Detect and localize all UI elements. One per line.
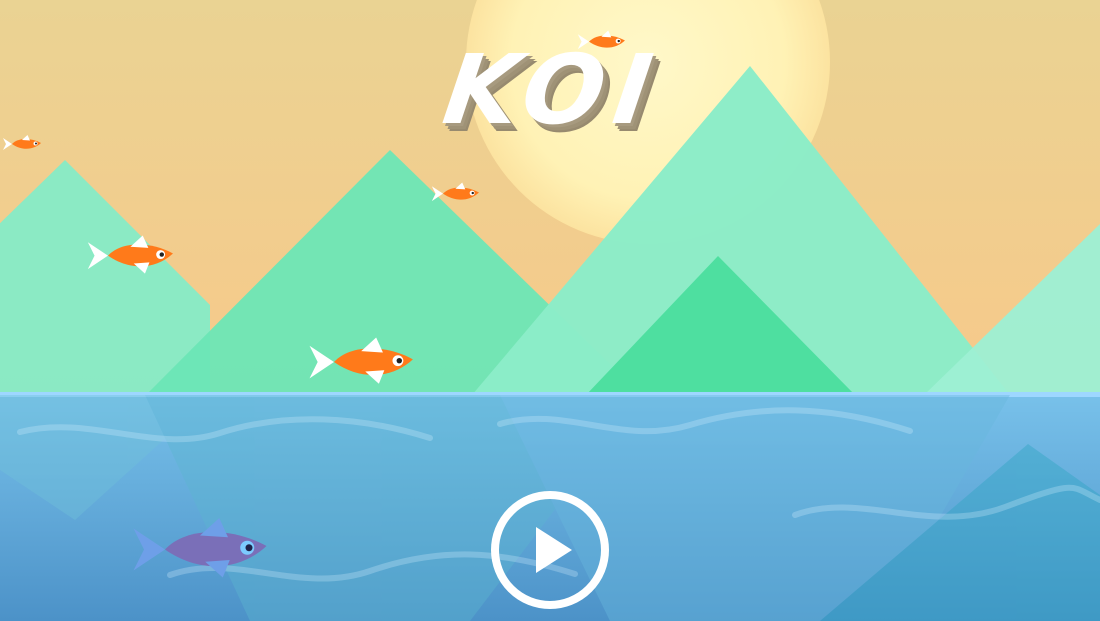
pupil [35, 142, 37, 145]
play-button[interactable] [488, 488, 612, 612]
pupil [159, 252, 164, 257]
pupil [396, 357, 402, 364]
play-icon [491, 491, 609, 609]
game-scene: KOI [0, 0, 1100, 621]
pupil [617, 39, 620, 43]
pupil [471, 191, 474, 195]
pupil [245, 544, 253, 552]
